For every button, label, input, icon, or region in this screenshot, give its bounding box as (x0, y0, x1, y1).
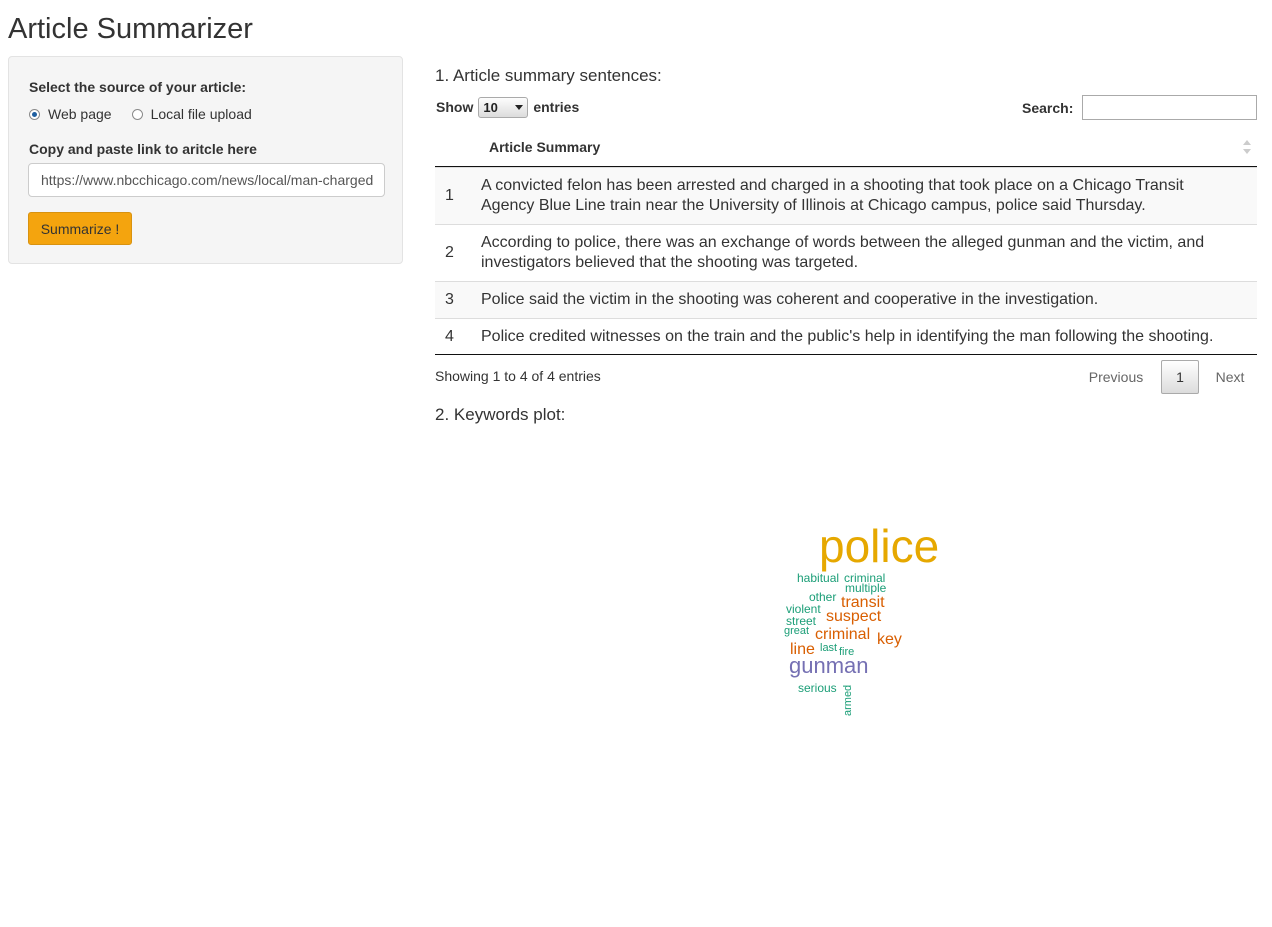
source-label: Select the source of your article: (29, 79, 247, 95)
keyword-word: serious (798, 681, 837, 695)
page-length-value: 10 (483, 99, 498, 115)
sort-icon[interactable] (1243, 140, 1251, 154)
entries-label: entries (533, 99, 580, 115)
article-url-input[interactable]: https://www.nbcchicago.com/news/local/ma… (28, 163, 385, 197)
keyword-word: criminal (815, 626, 871, 643)
row-text: According to police, there was an exchan… (481, 234, 1205, 271)
keyword-word: gunman (789, 653, 869, 678)
summarize-button[interactable]: Summarize ! (28, 212, 132, 245)
pagination-page-1[interactable]: 1 (1161, 360, 1199, 394)
table-bottom-border (435, 354, 1257, 355)
keyword-word: multiple (845, 581, 887, 595)
radio-web-page-label: Web page (48, 106, 112, 122)
keyword-word: great (784, 625, 810, 637)
radio-web-page[interactable]: Web page (29, 106, 112, 122)
radio-local-file-label: Local file upload (150, 106, 252, 122)
show-label: Show (436, 99, 474, 115)
app-title: Article Summarizer (8, 13, 253, 45)
radio-local-file[interactable]: Local file upload (131, 106, 252, 122)
column-header-article-summary[interactable]: Article Summary (489, 139, 600, 155)
search-input[interactable] (1082, 95, 1257, 120)
row-text: Police credited witnesses on the train a… (481, 328, 1214, 345)
table-info: Showing 1 to 4 of 4 entries (435, 368, 601, 384)
link-label: Copy and paste link to aritcle here (29, 141, 257, 157)
sidebar-panel: Select the source of your article: Web p… (8, 56, 403, 264)
chevron-down-icon (515, 104, 524, 110)
source-radio-group: Web page Local file upload (29, 105, 272, 123)
row-text: Police said the victim in the shooting w… (481, 291, 1099, 308)
row-index: 1 (445, 187, 454, 204)
table-row: 4 Police credited witnesses on the train… (435, 318, 1257, 355)
keyword-word: armed (842, 684, 854, 716)
radio-button-unchecked[interactable] (131, 108, 143, 120)
keyword-word: police (819, 520, 940, 572)
pagination-next[interactable]: Next (1208, 360, 1252, 394)
row-index: 2 (445, 244, 454, 261)
keyword-word: suspect (826, 608, 882, 625)
row-text: A convicted felon has been arrested and … (481, 177, 1184, 214)
table-header[interactable]: Article Summary (435, 128, 1257, 167)
table-row: 1 A convicted felon has been arrested an… (435, 167, 1257, 224)
page-length-control: Show 10 entries (436, 96, 579, 118)
table-row: 3 Police said the victim in the shooting… (435, 281, 1257, 318)
row-index: 4 (445, 328, 454, 345)
page-length-select[interactable]: 10 (478, 96, 529, 118)
keyword-word: key (877, 631, 902, 648)
search-label: Search: (1022, 100, 1074, 116)
summary-heading: 1. Article summary sentences: (435, 66, 662, 85)
radio-button-checked[interactable] (29, 108, 40, 120)
summary-table: Article Summary 1 A convicted felon has … (435, 128, 1257, 355)
pagination-previous[interactable]: Previous (1082, 360, 1150, 394)
keywords-heading: 2. Keywords plot: (435, 405, 566, 424)
keyword-word: habitual (797, 571, 840, 585)
row-index: 3 (445, 291, 454, 308)
table-row: 2 According to police, there was an exch… (435, 224, 1257, 281)
